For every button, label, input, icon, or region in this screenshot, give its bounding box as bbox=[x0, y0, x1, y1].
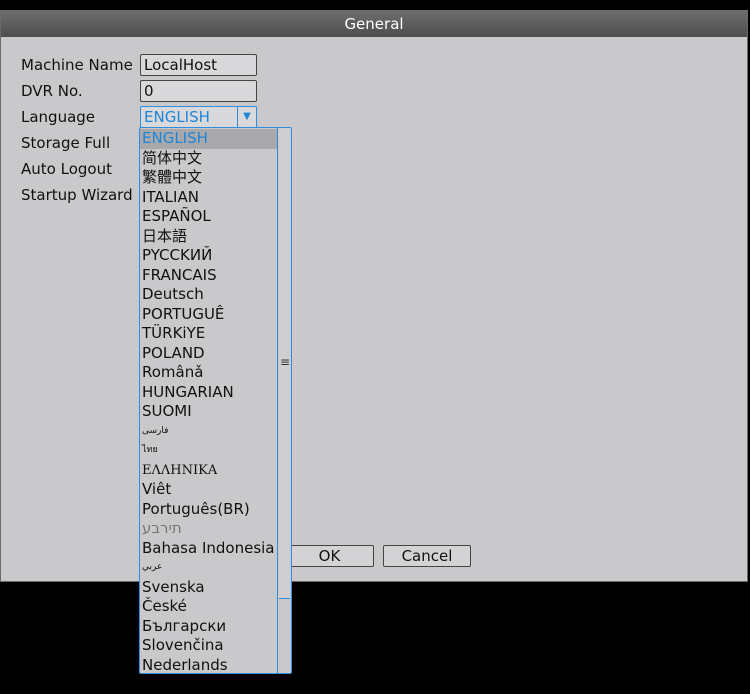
language-option-portuguese[interactable]: PORTUGUÊ bbox=[140, 305, 277, 325]
language-option-english[interactable]: ENGLISH bbox=[140, 129, 277, 149]
language-option-thai[interactable]: ไทย bbox=[140, 441, 277, 461]
language-option-turkish[interactable]: TÜRKiYE bbox=[140, 324, 277, 344]
language-option-arabic[interactable]: عربي bbox=[140, 558, 277, 578]
language-select[interactable]: ENGLISH ▼ bbox=[140, 106, 257, 128]
language-option-japanese[interactable]: 日本語 bbox=[140, 227, 277, 247]
language-option-traditional-chinese[interactable]: 繁體中文 bbox=[140, 168, 277, 188]
storage-full-label: Storage Full bbox=[21, 134, 111, 152]
language-option-polish[interactable]: POLAND bbox=[140, 344, 277, 364]
language-option-greek[interactable]: ΕΛΛΗΝΙΚΑ bbox=[140, 461, 277, 481]
auto-logout-label: Auto Logout bbox=[21, 160, 112, 178]
language-option-hungarian[interactable]: HUNGARIAN bbox=[140, 383, 277, 403]
dvr-no-input[interactable]: 0 bbox=[140, 80, 257, 102]
machine-name-label: Machine Name bbox=[21, 56, 133, 74]
window-title: General bbox=[1, 11, 747, 37]
language-option-spanish[interactable]: ESPAÑOL bbox=[140, 207, 277, 227]
general-window: General Machine Name LocalHost DVR No. 0… bbox=[0, 10, 748, 582]
language-option-italian[interactable]: ITALIAN bbox=[140, 188, 277, 208]
language-option-romanian[interactable]: Românǎ bbox=[140, 363, 277, 383]
language-option-finnish[interactable]: SUOMI bbox=[140, 402, 277, 422]
language-option-persian[interactable]: فارسی bbox=[140, 422, 277, 442]
language-dropdown-list[interactable]: ENGLISH 简体中文 繁體中文 ITALIAN ESPAÑOL 日本語 PY… bbox=[139, 127, 292, 674]
language-option-french[interactable]: FRANCAIS bbox=[140, 266, 277, 286]
chevron-down-icon[interactable]: ▼ bbox=[237, 107, 256, 127]
language-select-value: ENGLISH bbox=[144, 108, 210, 126]
language-option-indonesian[interactable]: Bahasa Indonesia bbox=[140, 539, 277, 559]
cancel-button[interactable]: Cancel bbox=[383, 545, 471, 567]
ok-button[interactable]: OK bbox=[285, 545, 374, 567]
language-label: Language bbox=[21, 108, 96, 126]
language-option-dutch[interactable]: Nederlands bbox=[140, 656, 277, 674]
startup-wizard-label: Startup Wizard bbox=[21, 186, 133, 204]
language-option-hebrew[interactable]: תירבע bbox=[140, 519, 277, 539]
language-option-simplified-chinese[interactable]: 简体中文 bbox=[140, 149, 277, 169]
scrollbar-thumb[interactable]: ≡ bbox=[279, 128, 290, 599]
scroll-grip-icon: ≡ bbox=[280, 355, 291, 369]
dropdown-scrollbar[interactable]: ≡ bbox=[277, 128, 291, 673]
language-option-german[interactable]: Deutsch bbox=[140, 285, 277, 305]
language-option-vietnamese[interactable]: Viêt bbox=[140, 480, 277, 500]
language-option-bulgarian[interactable]: Български bbox=[140, 617, 277, 637]
machine-name-input[interactable]: LocalHost bbox=[140, 54, 257, 76]
dvr-no-label: DVR No. bbox=[21, 82, 83, 100]
language-option-czech[interactable]: České bbox=[140, 597, 277, 617]
language-option-slovak[interactable]: Slovenčina bbox=[140, 636, 277, 656]
language-option-swedish[interactable]: Svenska bbox=[140, 578, 277, 598]
language-option-portuguese-br[interactable]: Português(BR) bbox=[140, 500, 277, 520]
language-option-russian[interactable]: PYCCKИЙ bbox=[140, 246, 277, 266]
language-options: ENGLISH 简体中文 繁體中文 ITALIAN ESPAÑOL 日本語 PY… bbox=[140, 129, 277, 674]
